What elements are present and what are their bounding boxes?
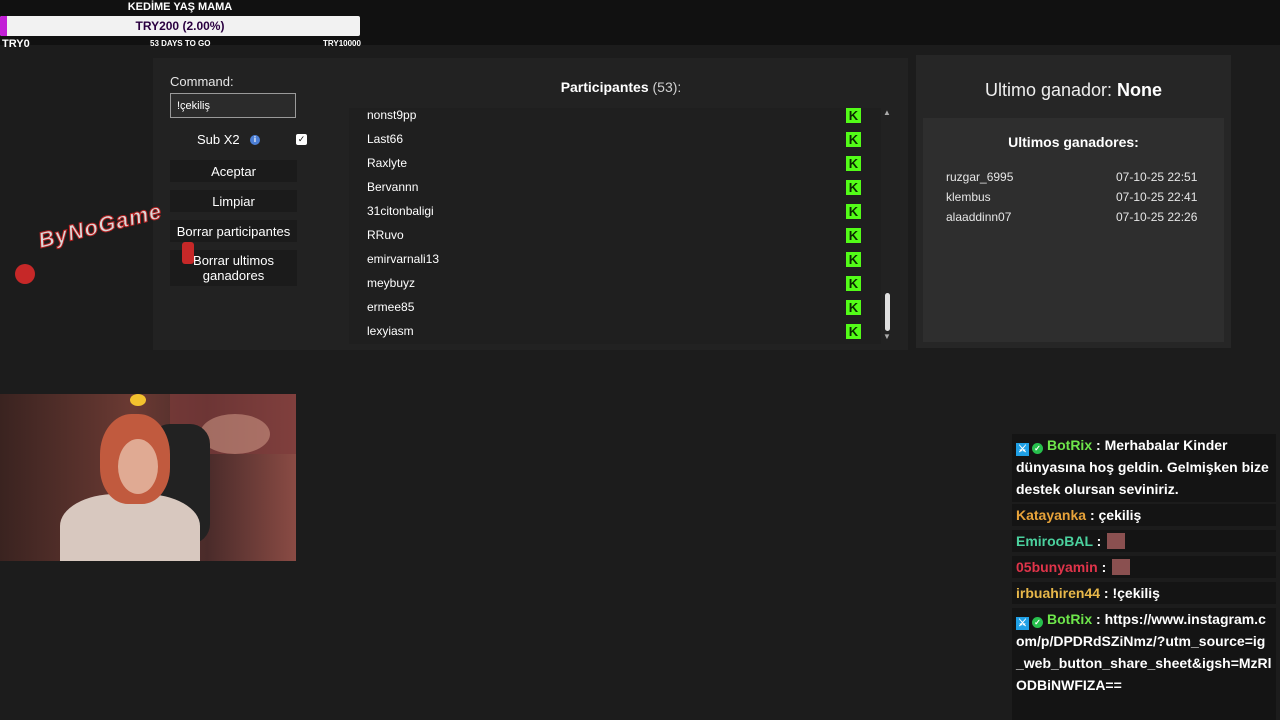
- winners-list-box: [923, 118, 1224, 342]
- participant-name: ermee85: [367, 300, 415, 314]
- last-winner-label: Ultimo ganador:: [984, 80, 1113, 100]
- list-item: emirvarnali13: [349, 249, 881, 273]
- list-item: ermee85: [349, 297, 881, 321]
- participant-name: 31citonbaligi: [367, 204, 434, 218]
- chat-message: Katayanka : çekiliş: [1012, 504, 1276, 526]
- last-winner: Ultimo ganador: None: [916, 80, 1231, 101]
- goal-days-left: 53 DAYS TO GO: [150, 39, 211, 48]
- list-item: lexyiasm: [349, 321, 881, 344]
- chat-separator: :: [1096, 533, 1102, 549]
- winner-date: 07-10-25 22:41: [1116, 190, 1198, 204]
- participants-scrollbar[interactable]: ▲ ▼: [882, 108, 892, 344]
- participants-title: Participantes (53):: [350, 79, 892, 95]
- participants-title-label: Participantes: [560, 79, 649, 95]
- list-item: Bervannn: [349, 177, 881, 201]
- chat-username: irbuahiren44: [1016, 585, 1101, 601]
- scrollbar-thumb[interactable]: [885, 293, 890, 331]
- chat-separator: :: [1101, 559, 1107, 575]
- participant-name: RRuvo: [367, 228, 404, 242]
- chat-separator: :: [1089, 507, 1095, 523]
- winner-date: 07-10-25 22:26: [1116, 210, 1198, 224]
- kick-icon: [846, 300, 861, 315]
- participant-name: Raxlyte: [367, 156, 408, 170]
- chat-message: 05bunyamin :: [1012, 556, 1276, 578]
- winner-name: alaaddinn07: [946, 210, 1012, 224]
- scroll-up-icon[interactable]: ▲: [882, 108, 892, 117]
- kick-icon: [846, 252, 861, 267]
- sub-x2-label: Sub X2: [197, 132, 240, 147]
- clear-button[interactable]: Limpiar: [170, 190, 297, 212]
- chat-username: BotRix: [1047, 437, 1093, 453]
- participant-name: Bervannn: [367, 180, 419, 194]
- kick-icon: [846, 132, 861, 147]
- emote-icon: [1107, 533, 1126, 549]
- goal-amount: TRY200 (2.00%): [135, 19, 225, 33]
- moderator-badge-icon: ⚔: [1016, 617, 1029, 630]
- webcam-streamer-body: [60, 494, 200, 561]
- participant-name: nonst9pp: [367, 108, 417, 122]
- scroll-down-icon[interactable]: ▼: [882, 332, 892, 341]
- accept-button[interactable]: Aceptar: [170, 160, 297, 182]
- verified-badge-icon: ✓: [1032, 617, 1043, 628]
- duck-icon: [130, 394, 146, 406]
- chat-username: EmirooBAL: [1016, 533, 1093, 549]
- list-item: Raxlyte: [349, 153, 881, 177]
- chat-overlay: ⚔ ✓ BotRix : Merhabalar Kinder dünyasına h…: [1012, 432, 1280, 720]
- list-item: RRuvo: [349, 225, 881, 249]
- goal-title: KEDİME YAŞ MAMA: [127, 1, 233, 13]
- moderator-badge-icon: ⚔: [1016, 443, 1029, 456]
- list-item: 31citonbaligi: [349, 201, 881, 225]
- kick-icon: [846, 156, 861, 171]
- chat-username: Katayanka: [1016, 507, 1087, 523]
- kick-icon: [846, 324, 861, 339]
- goal-start: TRY0: [2, 38, 30, 50]
- chat-separator: :: [1096, 437, 1101, 453]
- webcam-light: [200, 414, 270, 454]
- chat-separator: :: [1103, 585, 1109, 601]
- chat-separator: :: [1096, 611, 1101, 627]
- logo-mark-icon: [182, 242, 194, 264]
- list-item: nonst9pp: [349, 108, 881, 129]
- kick-icon: [846, 204, 861, 219]
- command-label: Command:: [170, 74, 234, 89]
- list-item: meybuyz: [349, 273, 881, 297]
- list-item: Last66: [349, 129, 881, 153]
- chat-message: EmirooBAL :: [1012, 530, 1276, 552]
- webcam-streamer-face: [118, 439, 158, 494]
- verified-badge-icon: ✓: [1032, 443, 1043, 454]
- chat-text: çekiliş: [1098, 507, 1142, 523]
- bynogame-logo: ByNoGame: [15, 198, 220, 290]
- chat-username: BotRix: [1047, 611, 1093, 627]
- logo-ball-icon: [15, 264, 35, 284]
- participant-name: meybuyz: [367, 276, 416, 290]
- participant-name: lexyiasm: [367, 324, 414, 338]
- winner-date: 07-10-25 22:51: [1116, 170, 1198, 184]
- kick-icon: [846, 108, 861, 123]
- emote-icon: [1112, 559, 1131, 575]
- goal-widget: KEDİME YAŞ MAMA TRY200 (2.00%) TRY0 53 D…: [0, 0, 361, 50]
- logo-text: ByNoGame: [35, 198, 165, 254]
- goal-target: TRY10000: [323, 39, 361, 48]
- winner-name: klembus: [946, 190, 991, 204]
- chat-message: irbuahiren44 : !çekiliş: [1012, 582, 1276, 604]
- webcam-feed: [0, 394, 296, 561]
- kick-icon: [846, 228, 861, 243]
- chat-message: ⚔ ✓ BotRix : Merhabalar Kinder dünyasına h…: [1012, 434, 1276, 502]
- command-input[interactable]: [170, 93, 296, 118]
- winners-list-title: Ultimos ganadores:: [1008, 134, 1139, 150]
- participant-name: emirvarnali13: [367, 252, 440, 266]
- kick-icon: [846, 276, 861, 291]
- chat-text: !çekiliş: [1112, 585, 1160, 601]
- winner-name: ruzgar_6995: [946, 170, 1014, 184]
- chat-username: 05bunyamin: [1016, 559, 1098, 575]
- last-winner-value: None: [1117, 80, 1163, 100]
- sub-x2-checkbox[interactable]: ✓: [296, 134, 307, 145]
- kick-icon: [846, 180, 861, 195]
- goal-progress-bar: TRY200 (2.00%): [0, 16, 360, 36]
- participants-count: (53):: [652, 79, 682, 95]
- participants-list[interactable]: nonst9pp Last66 Raxlyte Bervannn 31citon…: [349, 108, 881, 344]
- participant-name: Last66: [367, 132, 404, 146]
- chat-message: ⚔ ✓ BotRix : https://www.instagram.com/p/D…: [1012, 608, 1276, 720]
- info-icon[interactable]: i: [250, 135, 260, 145]
